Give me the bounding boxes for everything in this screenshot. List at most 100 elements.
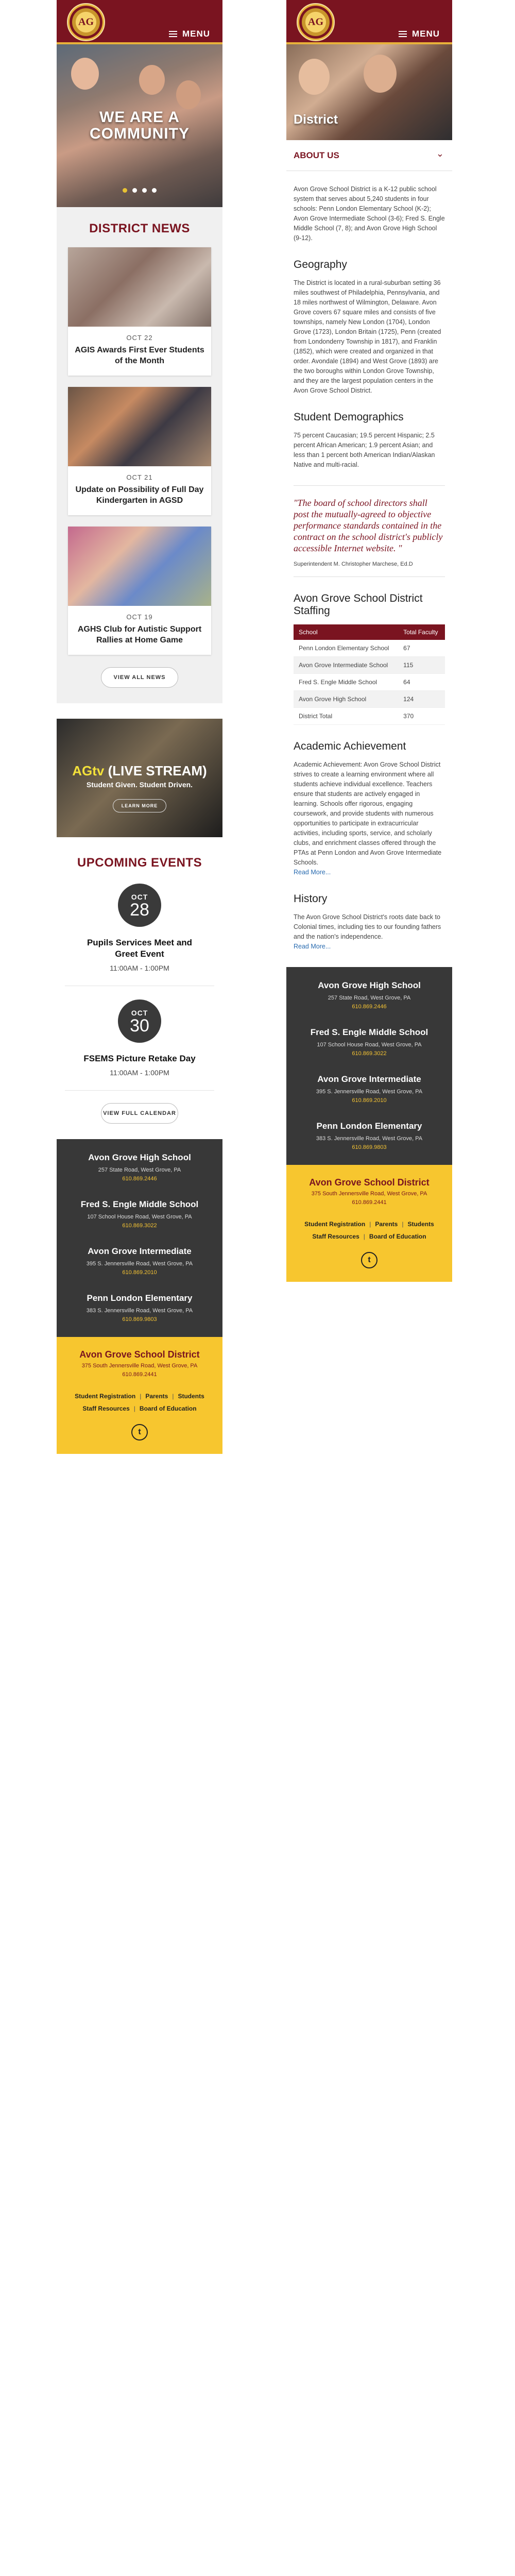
news-card[interactable]: OCT 21 Update on Possibility of Full Day… [68, 387, 211, 515]
menu-button[interactable]: MENU [398, 29, 440, 39]
news-section-title: DISTRICT NEWS [89, 222, 190, 235]
page-content: Avon Grove School District is a K-12 pub… [286, 171, 452, 967]
page-hero-image: District [286, 44, 452, 140]
news-card[interactable]: OCT 22 AGIS Awards First Ever Students o… [68, 247, 211, 376]
read-more-link[interactable]: Read More... [294, 869, 331, 876]
district-phone[interactable]: 610.869.2441 [65, 1371, 214, 1378]
site-header: AG MENU [57, 0, 222, 44]
school-phone[interactable]: 610.869.2446 [65, 1176, 214, 1182]
footer-link-staff[interactable]: Staff Resources [82, 1405, 129, 1412]
school-phone[interactable]: 610.869.2010 [295, 1097, 444, 1104]
news-date: OCT 22 [126, 334, 153, 342]
slider-dot[interactable] [152, 188, 157, 193]
event-day: 28 [130, 900, 149, 920]
district-logo[interactable]: AG [297, 3, 335, 41]
footer-district: Avon Grove School District 375 South Jen… [286, 1165, 452, 1282]
school-name[interactable]: Avon Grove High School [295, 980, 444, 991]
district-page: AG MENU District ABOUT US ⌄ Avon Grove S… [286, 0, 452, 1282]
footer-school: Penn London Elementary 383 S. Jennersvill… [65, 1293, 214, 1323]
footer-link-board[interactable]: Board of Education [140, 1405, 197, 1412]
table-header: Total Faculty [398, 624, 445, 640]
school-address: 257 State Road, West Grove, PA [98, 1167, 181, 1173]
slider-dot[interactable] [132, 188, 137, 193]
news-headline[interactable]: AGHS Club for Autistic Support Rallies a… [68, 621, 211, 655]
view-all-news-button[interactable]: VIEW ALL NEWS [101, 667, 178, 688]
footer-link-registration[interactable]: Student Registration [304, 1221, 365, 1228]
news-headline[interactable]: Update on Possibility of Full Day Kinder… [68, 481, 211, 515]
footer-school: Avon Grove High School 257 State Road, We… [65, 1153, 214, 1182]
school-name[interactable]: Avon Grove Intermediate [65, 1246, 214, 1257]
district-address: 375 South Jennersville Road, West Grove,… [81, 1363, 198, 1369]
school-phone[interactable]: 610.869.3022 [295, 1050, 444, 1057]
menu-label: MENU [182, 29, 210, 39]
footer-school: Avon Grove High School 257 State Road, We… [295, 980, 444, 1010]
footer-district: Avon Grove School District 375 South Jen… [57, 1337, 222, 1454]
table-cell: 124 [398, 690, 445, 708]
district-phone[interactable]: 610.869.2441 [295, 1199, 444, 1206]
home-page: AG MENU WE ARE A COMMUNITY DISTRICT NEWS… [57, 0, 222, 1454]
events-section-title: UPCOMING EVENTS [77, 856, 202, 870]
district-address: 375 South Jennersville Road, West Grove,… [311, 1191, 427, 1197]
school-name[interactable]: Avon Grove High School [65, 1153, 214, 1163]
news-image [68, 387, 211, 466]
table-cell: Penn London Elementary School [294, 640, 399, 657]
about-us-dropdown[interactable]: ABOUT US ⌄ [286, 140, 452, 171]
event-item[interactable]: OCT 28 Pupils Services Meet and Greet Eve… [65, 870, 214, 986]
footer-link-parents[interactable]: Parents [145, 1393, 168, 1400]
footer-link-students[interactable]: Students [178, 1393, 204, 1400]
footer-school: Fred S. Engle Middle School 107 School Ho… [295, 1027, 444, 1057]
live-stream-banner[interactable]: AGtv (LIVE STREAM) Student Given. Studen… [57, 719, 222, 837]
school-phone[interactable]: 610.869.3022 [65, 1223, 214, 1229]
footer-link-parents[interactable]: Parents [375, 1221, 398, 1228]
school-address: 395 S. Jennersville Road, West Grove, PA [316, 1089, 423, 1095]
footer-link-board[interactable]: Board of Education [369, 1233, 426, 1240]
footer-schools: Avon Grove High School 257 State Road, We… [286, 967, 452, 1165]
footer-link-staff[interactable]: Staff Resources [312, 1233, 359, 1240]
school-name[interactable]: Penn London Elementary [65, 1293, 214, 1303]
school-phone[interactable]: 610.869.9803 [65, 1316, 214, 1323]
school-phone[interactable]: 610.869.9803 [295, 1144, 444, 1150]
school-name[interactable]: Avon Grove Intermediate [295, 1074, 444, 1084]
slider-dot[interactable] [123, 188, 127, 193]
view-calendar-button[interactable]: VIEW FULL CALENDAR [101, 1103, 178, 1124]
news-headline[interactable]: AGIS Awards First Ever Students of the M… [68, 342, 211, 376]
hero-photo-face [364, 55, 397, 93]
logo-text: AG [308, 16, 323, 28]
stream-title-rest: (LIVE STREAM) [104, 763, 207, 778]
school-name[interactable]: Penn London Elementary [295, 1121, 444, 1131]
slider-dot[interactable] [142, 188, 147, 193]
table-row: District Total 370 [294, 707, 445, 725]
intro-text: Avon Grove School District is a K-12 pub… [294, 185, 445, 242]
twitter-icon[interactable]: t [131, 1424, 148, 1440]
quote-block: "The board of school directors shall pos… [294, 485, 445, 577]
quote-text: "The board of school directors shall pos… [294, 498, 443, 553]
news-date: OCT 19 [126, 613, 153, 621]
table-cell: 115 [398, 656, 445, 674]
district-logo[interactable]: AG [67, 3, 105, 41]
school-name[interactable]: Fred S. Engle Middle School [65, 1199, 214, 1210]
school-phone[interactable]: 610.869.2446 [295, 1004, 444, 1010]
footer-link-registration[interactable]: Student Registration [75, 1393, 135, 1400]
news-card[interactable]: OCT 19 AGHS Club for Autistic Support Ra… [68, 527, 211, 655]
table-header-row: School Total Faculty [294, 624, 445, 640]
event-title[interactable]: Pupils Services Meet and Greet Event [65, 937, 214, 960]
hamburger-icon [168, 31, 177, 37]
read-more-link[interactable]: Read More... [294, 943, 331, 950]
school-name[interactable]: Fred S. Engle Middle School [295, 1027, 444, 1038]
twitter-icon[interactable]: t [361, 1252, 377, 1268]
school-address: 395 S. Jennersville Road, West Grove, PA [86, 1261, 193, 1267]
event-item[interactable]: OCT 30 FSEMS Picture Retake Day 11:00AM -… [65, 986, 214, 1091]
footer-link-students[interactable]: Students [407, 1221, 434, 1228]
hero-slider[interactable]: WE ARE A COMMUNITY [57, 44, 222, 207]
staffing-table: School Total Faculty Penn London Element… [294, 624, 445, 725]
learn-more-button[interactable]: LEARN MORE [113, 799, 166, 812]
footer-school: Fred S. Engle Middle School 107 School Ho… [65, 1199, 214, 1229]
slider-dots [57, 186, 222, 195]
table-row: Penn London Elementary School 67 [294, 640, 445, 657]
school-phone[interactable]: 610.869.2010 [65, 1269, 214, 1276]
table-header: School [294, 624, 399, 640]
event-time: 11:00AM - 1:00PM [110, 1069, 169, 1077]
footer-schools: Avon Grove High School 257 State Road, We… [57, 1139, 222, 1337]
event-title[interactable]: FSEMS Picture Retake Day [65, 1053, 214, 1064]
menu-button[interactable]: MENU [168, 29, 210, 39]
